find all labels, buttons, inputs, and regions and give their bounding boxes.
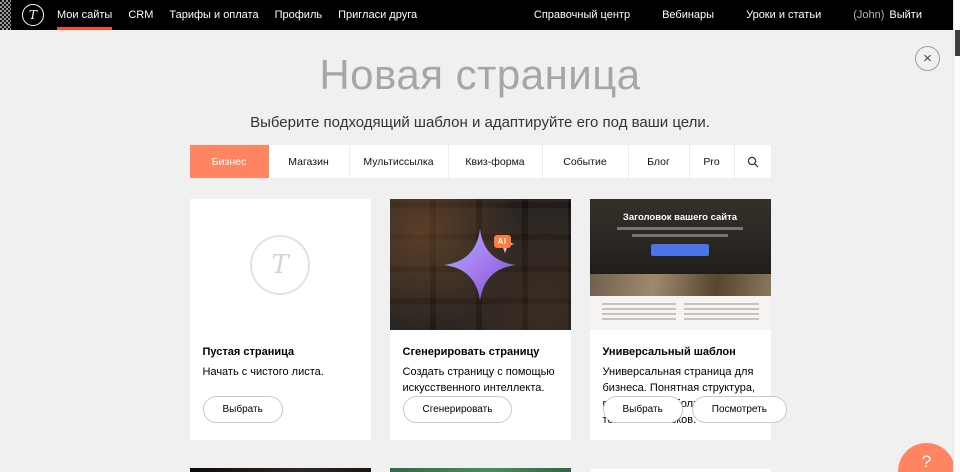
page-title: Новая страница xyxy=(0,52,960,98)
preview-cta-button xyxy=(651,244,709,256)
nav-item-webinars[interactable]: Вебинары xyxy=(662,0,714,30)
blank-logo-letter: T xyxy=(271,250,288,280)
blank-logo-circle: T xyxy=(250,235,310,295)
template-card-universal: Заголовок вашего сайта Универсальный шаб… xyxy=(590,199,771,440)
template-preview-universal[interactable]: Заголовок вашего сайта xyxy=(590,199,771,330)
preview-hero-section: Заголовок вашего сайта xyxy=(590,199,771,274)
tab-shop[interactable]: Магазин xyxy=(269,145,350,178)
preview-text-column xyxy=(602,303,677,323)
user-name-label: (John) xyxy=(853,9,884,21)
ai-badge: AI xyxy=(494,235,511,248)
tab-blog[interactable]: Блог xyxy=(629,145,690,178)
decorative-pattern xyxy=(0,0,11,30)
nav-item-profile[interactable]: Профиль xyxy=(275,0,323,30)
card-actions: Выбрать Посмотреть xyxy=(603,396,787,423)
tab-event[interactable]: Событие xyxy=(543,145,629,178)
preview-text-section xyxy=(590,296,771,330)
template-grid: T Пустая страница Начать с чистого листа… xyxy=(190,199,771,440)
topbar: T Мои сайты CRM Тарифы и оплата Профиль … xyxy=(0,0,960,30)
card-title: Универсальный шаблон xyxy=(603,346,758,358)
nav-item-lessons[interactable]: Уроки и статьи xyxy=(746,0,821,30)
card-description: Создать страницу с помощью искусственног… xyxy=(403,365,558,397)
tab-quiz-form[interactable]: Квиз-форма xyxy=(449,145,543,178)
tab-multilink[interactable]: Мультиссылка xyxy=(350,145,449,178)
scrollbar-track[interactable] xyxy=(953,0,960,472)
preview-text-line xyxy=(632,234,728,237)
nav-item-tariffs[interactable]: Тарифы и оплата xyxy=(169,0,258,30)
tab-pro[interactable]: Pro xyxy=(690,145,735,178)
template-card xyxy=(190,468,371,472)
template-grid-row2 xyxy=(190,468,771,472)
card-actions: Выбрать xyxy=(203,396,283,423)
preview-text-line xyxy=(617,227,743,230)
template-card-blank: T Пустая страница Начать с чистого листа… xyxy=(190,199,371,440)
preview-photo-band xyxy=(590,274,771,296)
preview-text-column xyxy=(684,303,759,323)
preview-button[interactable]: Посмотреть xyxy=(692,396,787,423)
generate-button[interactable]: Сгенерировать xyxy=(403,396,513,423)
tilda-logo-letter: T xyxy=(29,9,37,21)
template-preview[interactable] xyxy=(590,468,771,472)
template-preview[interactable] xyxy=(390,468,571,472)
choose-button[interactable]: Выбрать xyxy=(203,396,283,423)
nav-item-crm[interactable]: CRM xyxy=(128,0,153,30)
card-description: Начать с чистого листа. xyxy=(203,365,358,381)
card-actions: Сгенерировать xyxy=(403,396,513,423)
template-preview-ai[interactable]: AI xyxy=(390,199,571,330)
template-card xyxy=(590,468,771,472)
tab-search[interactable] xyxy=(735,145,771,178)
nav-item-my-sites[interactable]: Мои сайты xyxy=(57,0,112,30)
topbar-nav-right: Справочный центр Вебинары Уроки и статьи… xyxy=(534,0,960,30)
card-title: Пустая страница xyxy=(203,346,358,358)
search-icon xyxy=(747,156,759,168)
tilda-logo[interactable]: T xyxy=(22,4,44,26)
template-preview[interactable] xyxy=(190,468,371,472)
help-button[interactable]: ? xyxy=(898,443,955,472)
preview-site-title: Заголовок вашего сайта xyxy=(590,199,771,223)
card-title: Сгенерировать страницу xyxy=(403,346,558,358)
template-category-tabs: Бизнес Магазин Мультиссылка Квиз-форма С… xyxy=(190,145,771,178)
page-subtitle: Выберите подходящий шаблон и адаптируйте… xyxy=(0,114,960,131)
nav-item-help-center[interactable]: Справочный центр xyxy=(534,0,630,30)
template-preview-blank[interactable]: T xyxy=(190,199,371,330)
close-button[interactable]: × xyxy=(915,46,940,71)
tab-business[interactable]: Бизнес xyxy=(190,145,269,178)
template-card-ai: AI Сгенерировать страницу Создать страни… xyxy=(390,199,571,440)
choose-button[interactable]: Выбрать xyxy=(603,396,683,423)
scrollbar-thumb[interactable] xyxy=(955,30,960,56)
topbar-nav-left: Мои сайты CRM Тарифы и оплата Профиль Пр… xyxy=(57,0,433,30)
template-card xyxy=(390,468,571,472)
nav-item-invite-friend[interactable]: Пригласи друга xyxy=(338,0,417,30)
nav-item-logout[interactable]: Выйти xyxy=(889,0,922,30)
